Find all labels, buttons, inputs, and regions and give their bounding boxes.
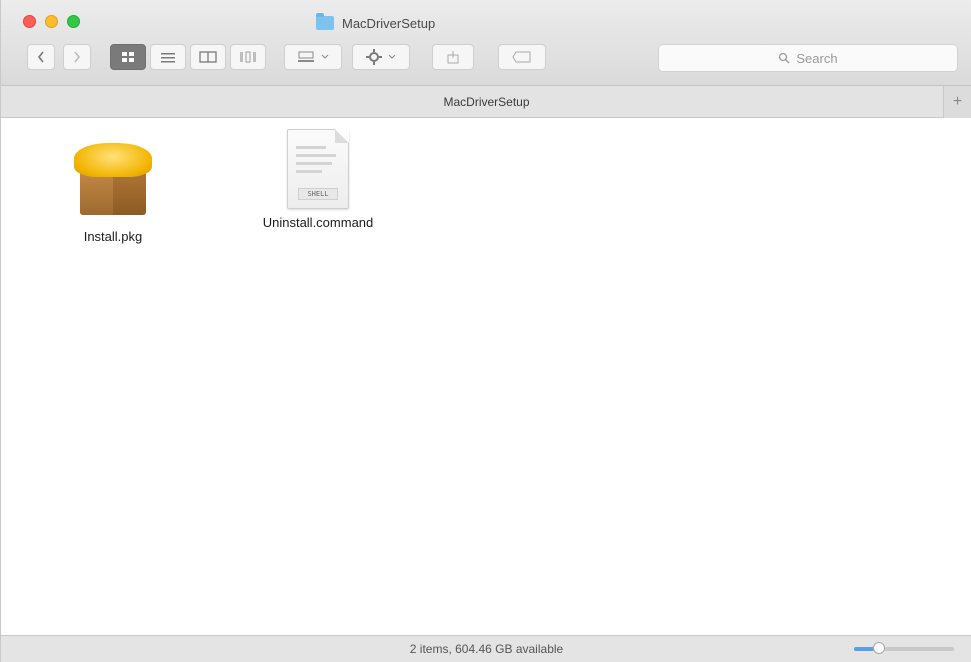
search-field[interactable]: Search (658, 44, 958, 72)
search-placeholder: Search (796, 50, 838, 66)
window-title-text: MacDriverSetup (342, 15, 436, 31)
share-button[interactable] (432, 44, 474, 70)
close-button[interactable] (23, 15, 36, 28)
file-browser: Install.pkg SHELL Uninstall.command (1, 119, 971, 635)
titlebar: MacDriverSetup Search (1, 0, 971, 86)
chevron-down-icon (388, 54, 396, 59)
chevron-right-icon (74, 51, 81, 63)
view-columns-button[interactable] (190, 44, 226, 70)
chevron-left-icon (37, 51, 44, 63)
view-gallery-icon (240, 51, 256, 63)
plus-icon: + (952, 93, 963, 110)
package-icon (68, 133, 158, 223)
file-name: Uninstall.command (262, 215, 374, 230)
command-file-icon: SHELL (287, 129, 349, 209)
status-bar: 2 items, 604.46 GB available (1, 635, 971, 662)
status-text: 2 items, 604.46 GB available (409, 642, 564, 656)
minimize-button[interactable] (45, 15, 58, 28)
back-button[interactable] (27, 44, 55, 70)
tags-button[interactable] (498, 44, 546, 70)
search-icon (779, 52, 790, 64)
gear-icon (366, 49, 382, 65)
chevron-down-icon (321, 54, 329, 59)
tab-macdriversetup[interactable]: MacDriverSetup (443, 95, 529, 109)
tab-bar: MacDriverSetup (1, 86, 971, 118)
zoom-button[interactable] (67, 15, 80, 28)
file-install-pkg[interactable]: Install.pkg (28, 133, 198, 244)
window-title: MacDriverSetup (316, 13, 436, 32)
folder-icon (316, 13, 334, 30)
view-icons-button[interactable] (110, 44, 146, 70)
action-button[interactable] (352, 44, 410, 70)
file-badge: SHELL (298, 188, 338, 200)
forward-button[interactable] (63, 44, 91, 70)
icon-size-slider[interactable] (854, 642, 954, 654)
view-list-button[interactable] (150, 44, 186, 70)
view-columns-icon (199, 51, 217, 63)
file-uninstall-command[interactable]: SHELL Uninstall.command (233, 125, 403, 230)
arrange-icon (298, 51, 314, 62)
file-name: Install.pkg (83, 229, 143, 244)
arrange-button[interactable] (284, 44, 342, 70)
tag-icon (512, 51, 531, 63)
finder-window: MacDriverSetup Search MacDriverSetup + I… (0, 0, 971, 662)
view-list-icon (161, 53, 175, 63)
icon-size-slider-knob[interactable] (873, 642, 885, 654)
share-icon (447, 51, 459, 64)
view-gallery-button[interactable] (230, 44, 266, 70)
view-icons-icon (122, 52, 134, 62)
add-tab-button[interactable]: + (943, 86, 971, 118)
